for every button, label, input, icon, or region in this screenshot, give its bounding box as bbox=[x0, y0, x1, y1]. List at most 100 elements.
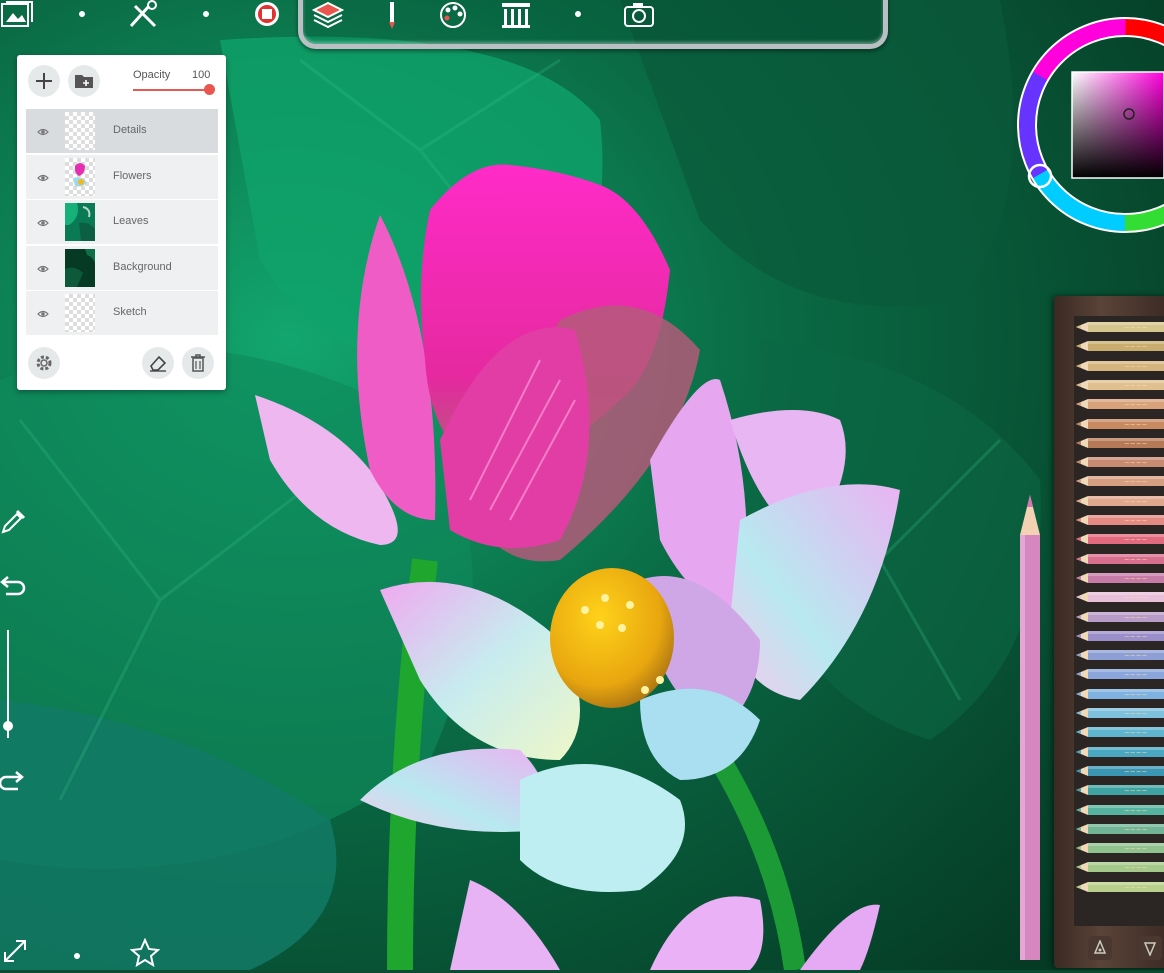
svg-text:~~~~: ~~~~ bbox=[1124, 401, 1148, 409]
eraser-icon bbox=[150, 355, 167, 372]
eyedropper-icon[interactable] bbox=[0, 507, 28, 535]
tools-icon[interactable] bbox=[127, 0, 161, 30]
colored-pencil[interactable]: ~~~~ bbox=[1074, 417, 1164, 431]
brush-size-slider-knob[interactable] bbox=[3, 721, 13, 731]
colored-pencil[interactable]: ~~~~ bbox=[1074, 648, 1164, 662]
clear-layer-button[interactable] bbox=[142, 347, 174, 379]
colored-pencil[interactable]: ~~~~ bbox=[1074, 745, 1164, 759]
pencil-hardness-icon[interactable] bbox=[1138, 936, 1162, 960]
colored-pencil[interactable]: ~~~~ bbox=[1074, 610, 1164, 624]
record-icon[interactable] bbox=[250, 0, 284, 30]
delete-layer-button[interactable] bbox=[182, 347, 214, 379]
colored-pencil[interactable]: ~~~~ bbox=[1074, 590, 1164, 604]
pencil-tray: ~~~~ ~~~~ ~~~~ ~~~~ ~~~~ ~~~~ ~~~~ ~~~~ ~~~~ ~~~~… bbox=[1074, 316, 1164, 926]
colored-pencil[interactable]: ~~~~ bbox=[1074, 706, 1164, 720]
svg-text:~~~~: ~~~~ bbox=[1124, 845, 1148, 853]
colored-pencil[interactable]: ~~~~ bbox=[1074, 494, 1164, 508]
svg-text:~~~~: ~~~~ bbox=[1124, 517, 1148, 525]
svg-text:~~~~: ~~~~ bbox=[1124, 729, 1148, 737]
svg-text:~~~~: ~~~~ bbox=[1124, 594, 1148, 602]
add-group-button[interactable] bbox=[68, 65, 100, 97]
visibility-eye-icon[interactable] bbox=[37, 216, 49, 228]
layers-panel: Opacity 100 Details Flowers Leaves Backgrou… bbox=[17, 55, 226, 390]
svg-text:~~~~: ~~~~ bbox=[1124, 440, 1148, 448]
colored-pencil[interactable]: ~~~~ bbox=[1074, 436, 1164, 450]
svg-text:~~~~: ~~~~ bbox=[1124, 343, 1148, 351]
colored-pencil[interactable]: ~~~~ bbox=[1074, 667, 1164, 681]
visibility-eye-icon[interactable] bbox=[37, 125, 49, 137]
colored-pencil[interactable]: ~~~~ bbox=[1074, 378, 1164, 392]
layer-row[interactable]: Flowers bbox=[26, 154, 218, 199]
layer-thumbnail bbox=[65, 112, 95, 150]
svg-text:~~~~: ~~~~ bbox=[1124, 498, 1148, 506]
colored-pencil[interactable]: ~~~~ bbox=[1074, 860, 1164, 874]
layer-name: Sketch bbox=[113, 306, 147, 318]
toolbar-separator-dot bbox=[79, 11, 85, 17]
pencil-tip-icon[interactable] bbox=[1088, 936, 1112, 960]
toolbar-separator-dot bbox=[74, 953, 80, 959]
visibility-eye-icon[interactable] bbox=[37, 307, 49, 319]
layer-name: Flowers bbox=[113, 169, 152, 182]
svg-text:~~~~: ~~~~ bbox=[1124, 459, 1148, 467]
gear-icon bbox=[36, 355, 52, 371]
colored-pencil[interactable]: ~~~~ bbox=[1074, 822, 1164, 836]
svg-text:~~~~: ~~~~ bbox=[1124, 671, 1148, 679]
svg-text:~~~~: ~~~~ bbox=[1124, 536, 1148, 544]
svg-text:~~~~: ~~~~ bbox=[1124, 324, 1148, 332]
colored-pencil[interactable]: ~~~~ bbox=[1074, 725, 1164, 739]
layers-icon[interactable] bbox=[311, 0, 345, 30]
opacity-label: Opacity bbox=[133, 69, 171, 81]
opacity-slider-track[interactable] bbox=[133, 89, 210, 91]
layer-name: Details bbox=[113, 124, 147, 136]
colored-pencil[interactable]: ~~~~ bbox=[1074, 552, 1164, 566]
svg-text:~~~~: ~~~~ bbox=[1124, 614, 1148, 622]
colored-pencil[interactable]: ~~~~ bbox=[1074, 339, 1164, 353]
gallery-icon[interactable] bbox=[0, 0, 34, 30]
colored-pencil[interactable]: ~~~~ bbox=[1074, 764, 1164, 778]
colored-pencil[interactable]: ~~~~ bbox=[1074, 783, 1164, 797]
svg-text:~~~~: ~~~~ bbox=[1124, 749, 1148, 757]
layer-name: Background bbox=[113, 260, 172, 273]
layer-settings-button[interactable] bbox=[28, 347, 60, 379]
opacity-slider-knob[interactable] bbox=[204, 84, 215, 95]
colored-pencil[interactable]: ~~~~ bbox=[1074, 532, 1164, 546]
resize-icon[interactable] bbox=[2, 938, 28, 964]
library-icon[interactable] bbox=[499, 0, 533, 30]
svg-text:~~~~: ~~~~ bbox=[1124, 478, 1148, 486]
layer-row[interactable]: Background bbox=[26, 245, 218, 290]
colored-pencil[interactable]: ~~~~ bbox=[1074, 629, 1164, 643]
colored-pencil[interactable]: ~~~~ bbox=[1074, 880, 1164, 894]
svg-text:~~~~: ~~~~ bbox=[1124, 807, 1148, 815]
layer-thumbnail bbox=[65, 203, 95, 241]
toolbar-separator-dot bbox=[203, 11, 209, 17]
camera-icon[interactable] bbox=[622, 0, 656, 30]
colored-pencil[interactable]: ~~~~ bbox=[1074, 513, 1164, 527]
colored-pencil[interactable]: ~~~~ bbox=[1074, 841, 1164, 855]
brush-icon[interactable] bbox=[375, 0, 409, 30]
visibility-eye-icon[interactable] bbox=[37, 171, 49, 183]
color-picker[interactable] bbox=[1010, 10, 1164, 242]
add-layer-button[interactable] bbox=[28, 65, 60, 97]
saturation-value-square[interactable] bbox=[1071, 71, 1164, 179]
layer-row[interactable]: Leaves bbox=[26, 200, 218, 244]
opacity-value: 100 bbox=[192, 69, 211, 81]
colored-pencil[interactable]: ~~~~ bbox=[1074, 687, 1164, 701]
folder-add-icon bbox=[75, 75, 93, 88]
svg-text:~~~~: ~~~~ bbox=[1124, 884, 1148, 892]
colored-pencil[interactable]: ~~~~ bbox=[1074, 803, 1164, 817]
palette-icon[interactable] bbox=[436, 0, 470, 30]
svg-text:~~~~: ~~~~ bbox=[1124, 652, 1148, 660]
redo-icon[interactable] bbox=[0, 766, 28, 794]
layer-row[interactable]: Details bbox=[26, 109, 218, 153]
favorite-star-icon[interactable] bbox=[129, 937, 161, 968]
colored-pencil[interactable]: ~~~~ bbox=[1074, 474, 1164, 488]
colored-pencil[interactable]: ~~~~ bbox=[1074, 397, 1164, 411]
layer-row[interactable]: Sketch bbox=[26, 291, 218, 335]
undo-icon[interactable] bbox=[0, 571, 28, 599]
colored-pencil[interactable]: ~~~~ bbox=[1074, 571, 1164, 585]
colored-pencil[interactable]: ~~~~ bbox=[1074, 455, 1164, 469]
colored-pencil[interactable]: ~~~~ bbox=[1074, 359, 1164, 373]
colored-pencil[interactable]: ~~~~ bbox=[1074, 320, 1164, 334]
layer-thumbnail bbox=[65, 294, 95, 332]
visibility-eye-icon[interactable] bbox=[37, 262, 49, 274]
